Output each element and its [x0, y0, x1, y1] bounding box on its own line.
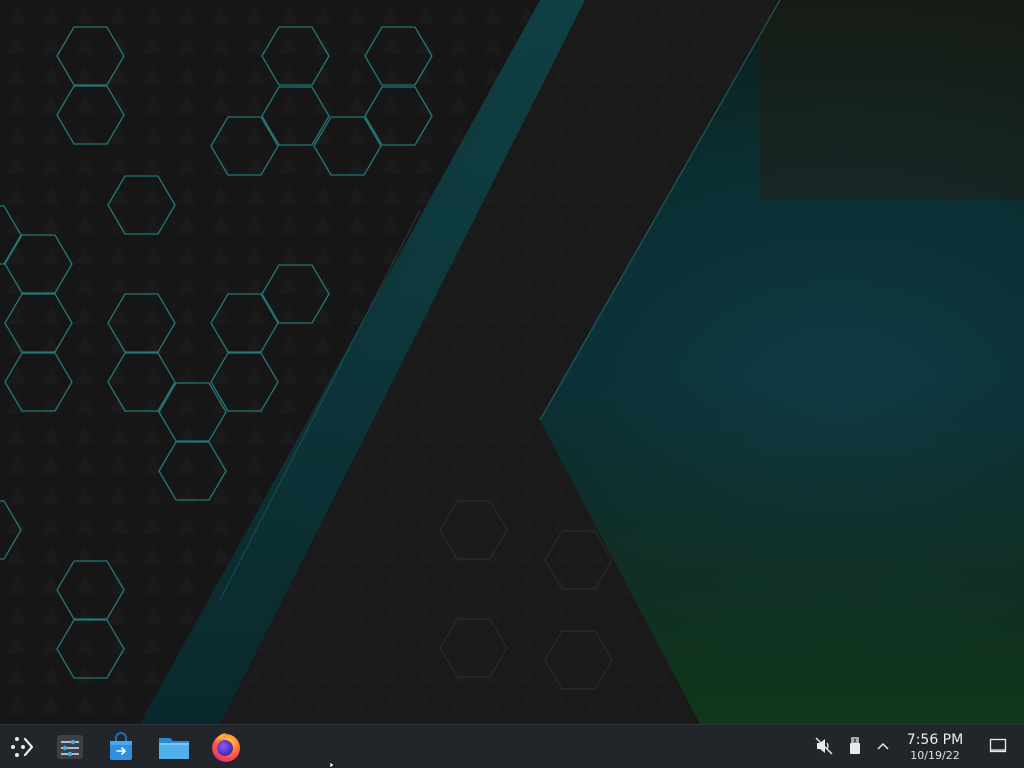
volume-tray-button[interactable]	[813, 735, 835, 757]
tray-expand-button[interactable]	[872, 735, 894, 757]
speaker-muted-icon	[815, 737, 833, 755]
digital-clock[interactable]: 7:56 PM 10/19/22	[896, 731, 974, 762]
usb-drive-icon	[850, 737, 860, 754]
taskbar-panel: 7:56 PM 10/19/22	[0, 724, 1024, 768]
chevron-up-icon	[877, 742, 889, 750]
kde-launcher-icon	[11, 737, 34, 757]
settings-sliders-icon	[57, 735, 83, 759]
wallpaper-art	[0, 0, 1024, 724]
folder-icon	[159, 738, 189, 759]
mouse-cursor-icon	[330, 762, 335, 768]
file-manager-launcher[interactable]	[156, 729, 192, 765]
discover-store-launcher[interactable]	[103, 729, 139, 765]
application-launcher-button[interactable]	[4, 729, 40, 765]
clock-time: 7:56 PM	[906, 732, 964, 748]
desktop-wallpaper	[0, 0, 1024, 724]
show-desktop-icon	[989, 738, 1007, 753]
system-settings-launcher[interactable]	[52, 729, 88, 765]
firefox-launcher[interactable]	[208, 729, 244, 765]
show-desktop-button[interactable]	[987, 735, 1009, 757]
firefox-icon	[212, 733, 240, 762]
clock-date: 10/19/22	[910, 749, 960, 762]
shopping-bag-icon	[110, 732, 132, 760]
device-notifier-tray-button[interactable]	[844, 735, 866, 757]
